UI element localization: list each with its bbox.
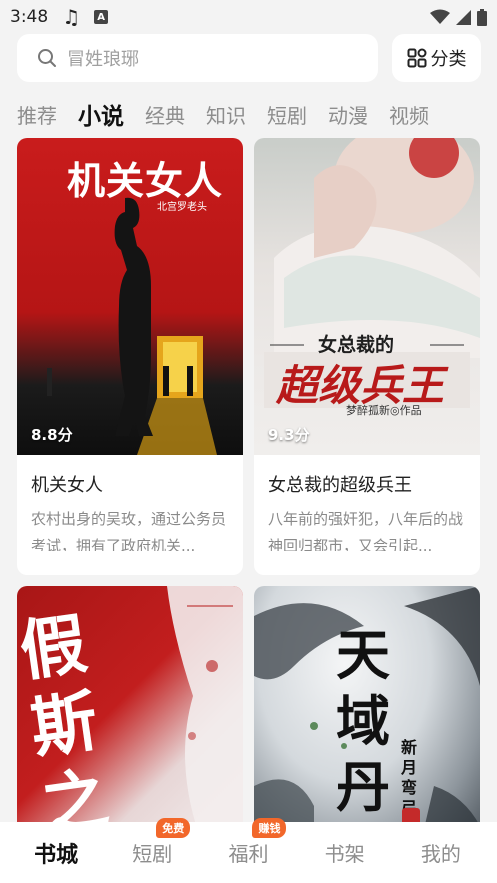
nav-label: 书城 — [34, 842, 79, 868]
tab-anime[interactable]: 动漫 — [328, 100, 368, 129]
book-description: 八年前的强奸犯，八年后的战神回归都市，又会引起... — [268, 510, 464, 551]
book-card[interactable]: 天域丹尊 新月弯弓 — [254, 586, 480, 846]
book-cover: 假斯之 — [17, 586, 243, 846]
cover-author: 梦醉孤新◎作品 — [346, 404, 422, 417]
notification-icons: ♫ A — [62, 5, 109, 29]
free-badge: 免费 — [156, 818, 191, 838]
nav-profile[interactable]: 我的 — [401, 838, 481, 867]
signal-icon — [456, 9, 471, 25]
search-placeholder: 冒姓琅琊 — [67, 49, 139, 70]
wifi-icon — [430, 9, 450, 24]
book-rating: 8.8分 — [31, 426, 73, 444]
book-cover: 女总裁的 超级兵王 梦醉孤新◎作品 9.3分 — [254, 138, 480, 455]
book-rating: 9.3分 — [268, 426, 310, 444]
tab-classic[interactable]: 经典 — [145, 100, 185, 129]
app-a-icon: A — [94, 10, 109, 24]
nav-label: 书架 — [324, 842, 365, 866]
status-time: 3:48 — [10, 7, 49, 27]
nav-label: 福利 — [228, 842, 269, 866]
bottom-nav: 书城 短剧 免费 福利 赚钱 书架 我的 — [0, 818, 497, 883]
tab-novel[interactable]: 小说 — [78, 97, 124, 131]
tab-knowledge[interactable]: 知识 — [206, 100, 246, 129]
book-title: 机关女人 — [31, 475, 103, 496]
nav-bookstore[interactable]: 书城 — [16, 837, 96, 869]
nav-short-drama[interactable]: 短剧 免费 — [112, 818, 192, 867]
book-card[interactable]: 假斯之 — [17, 586, 243, 846]
cover-title: 天域丹尊 — [336, 623, 390, 846]
search-input[interactable]: 冒姓琅琊 — [17, 34, 378, 82]
system-icons — [430, 8, 487, 26]
status-bar: 3:48 ♫ A — [0, 0, 497, 34]
earn-badge: 赚钱 — [252, 818, 287, 838]
tab-recommend[interactable]: 推荐 — [17, 100, 57, 129]
book-description: 农村出身的吴玫，通过公务员考试，拥有了政府机关... — [31, 510, 227, 551]
book-cover: 天域丹尊 新月弯弓 — [254, 586, 480, 846]
category-button[interactable]: 分类 — [392, 34, 481, 82]
book-card[interactable]: 女总裁的 超级兵王 梦醉孤新◎作品 9.3分 女总裁的超级兵王 八年前的强奸犯，… — [254, 138, 480, 575]
book-cover: 机关女人 北宫罗老头 8.8分 — [17, 138, 243, 455]
nav-bookshelf[interactable]: 书架 — [305, 838, 385, 867]
nav-label: 我的 — [420, 842, 461, 866]
category-tabs: 推荐 小说 经典 知识 短剧 动漫 视频 — [17, 92, 429, 136]
grid-icon — [407, 48, 426, 68]
cover-author: 北宫罗老头 — [157, 202, 207, 213]
category-label: 分类 — [430, 49, 467, 70]
search-row: 冒姓琅琊 分类 — [17, 34, 481, 82]
book-card[interactable]: 机关女人 北宫罗老头 8.8分 机关女人 农村出身的吴玫，通过公务员考试，拥有了… — [17, 138, 243, 575]
nav-label: 短剧 — [132, 842, 173, 866]
tab-short-drama[interactable]: 短剧 — [267, 100, 307, 129]
music-note-icon: ♫ — [62, 5, 81, 29]
tab-video[interactable]: 视频 — [389, 100, 429, 129]
cover-title: 机关女人 — [67, 158, 224, 203]
search-icon — [38, 49, 56, 67]
nav-welfare[interactable]: 福利 赚钱 — [208, 818, 288, 867]
battery-icon — [477, 8, 487, 26]
cover-author: 新月弯弓 — [401, 738, 418, 817]
book-title: 女总裁的超级兵王 — [268, 475, 412, 496]
